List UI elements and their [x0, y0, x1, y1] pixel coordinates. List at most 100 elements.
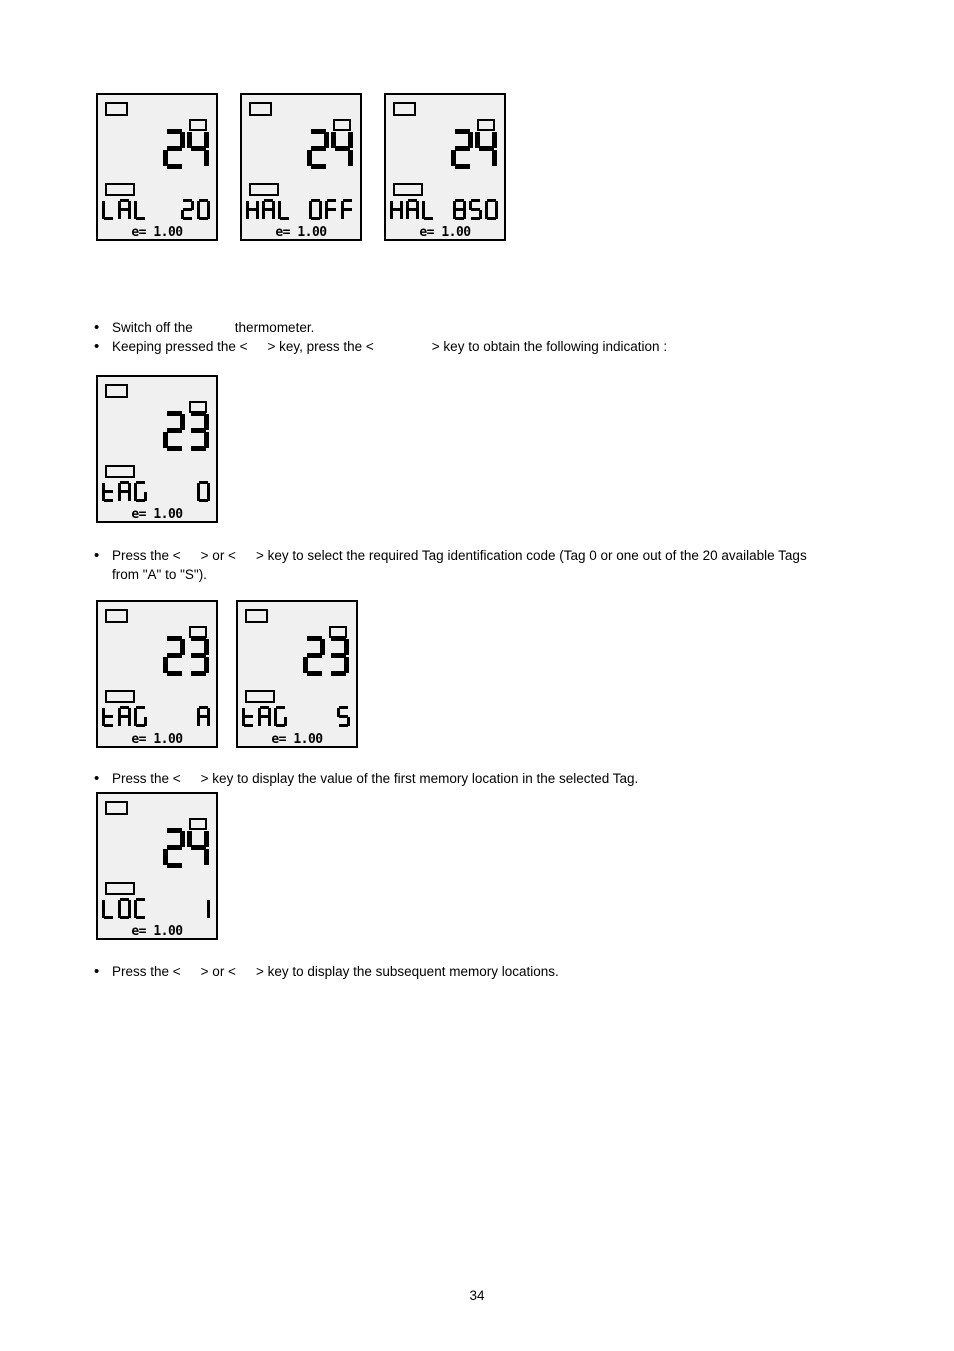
seven-segment-char: [118, 706, 131, 727]
lcd-text-right: [197, 898, 212, 919]
lcd-indicator-mid-left: [105, 183, 135, 196]
seven-segment-char: [422, 199, 435, 220]
seven-segment-char: [197, 706, 210, 727]
lcd-indicator-mid-left: [245, 690, 275, 703]
lcd-main-value: [307, 129, 353, 169]
lcd-display-tag-0: e= 1.00: [96, 375, 218, 523]
lcd-display-hal-850: e= 1.00: [384, 93, 506, 241]
lcd-indicator-mid-left: [105, 465, 135, 478]
instruction-line: • Press the < > or < > key to display the s…: [85, 962, 885, 981]
seven-segment-char: [197, 481, 210, 502]
instruction-text-part3: > key to select the required Tag identif…: [255, 548, 807, 563]
lcd-text-row: [242, 706, 352, 727]
instruction-text-part1: Switch off the: [112, 320, 193, 335]
seven-segment-char: [187, 411, 209, 451]
seven-segment-char: [475, 129, 497, 169]
lcd-indicator-top-left: [105, 102, 128, 116]
seven-segment-char: [163, 636, 185, 676]
instruction-line: from "A" to "S").: [85, 565, 885, 584]
lcd-emissivity: e= 1.00: [131, 732, 183, 747]
lcd-main-value: [163, 636, 209, 676]
lcd-indicator-mid-left: [105, 690, 135, 703]
seven-segment-char: [118, 898, 131, 919]
instruction-text-part1: Press the <: [112, 771, 181, 786]
lcd-text-right: [197, 706, 212, 727]
seven-segment-char: [258, 706, 271, 727]
instruction-text-part1: Keeping pressed the <: [112, 339, 248, 354]
lcd-indicator-mid-left: [105, 882, 135, 895]
seven-segment-char: [390, 199, 403, 220]
lcd-display-tag-a: e= 1.00: [96, 600, 218, 748]
seven-segment-char: [102, 199, 115, 220]
seven-segment-char: [102, 481, 115, 502]
lcd-main-value: [163, 129, 209, 169]
seven-segment-char: [307, 129, 329, 169]
lcd-text-left: [102, 706, 149, 727]
lcd-text-left: [246, 199, 293, 220]
instruction-line: • Press the < > key to display the value o…: [85, 769, 885, 788]
instruction-block-3: • Press the < > key to display the value o…: [85, 769, 885, 788]
seven-segment-char: [337, 706, 350, 727]
seven-segment-char: [118, 199, 131, 220]
lcd-display-loc-1: e= 1.00: [96, 792, 218, 940]
seven-segment-char: [341, 199, 354, 220]
lcd-text-row: [102, 199, 212, 220]
seven-segment-char: [274, 706, 287, 727]
lcd-text-left: [102, 898, 149, 919]
lcd-indicator-top-left: [105, 609, 128, 623]
lcd-display-lal-20: e= 1.00: [96, 93, 218, 241]
seven-segment-char: [262, 199, 275, 220]
instruction-text-part3: > key to obtain the following indication…: [431, 339, 668, 354]
lcd-text-left: [242, 706, 289, 727]
seven-segment-char: [163, 129, 185, 169]
lcd-text-row: [390, 199, 500, 220]
lcd-emissivity: e= 1.00: [419, 225, 471, 240]
seven-segment-char: [327, 636, 349, 676]
lcd-text-right: [309, 199, 356, 220]
instruction-text-part2: > or <: [200, 548, 236, 563]
instruction-text-part1: Press the <: [112, 548, 181, 563]
lcd-emissivity: e= 1.00: [271, 732, 323, 747]
seven-segment-char: [118, 481, 131, 502]
lcd-main-value: [451, 129, 497, 169]
lcd-main-value: [303, 636, 349, 676]
instruction-text-part3: > key to display the subsequent memory l…: [255, 964, 559, 979]
bullet-marker: •: [94, 963, 100, 980]
seven-segment-char: [451, 129, 473, 169]
lcd-emissivity: e= 1.00: [131, 225, 183, 240]
lcd-text-left: [390, 199, 437, 220]
lcd-text-row: [102, 706, 212, 727]
instruction-text-part2: > key to display the value of the first …: [200, 771, 639, 786]
seven-segment-char: [134, 898, 147, 919]
page-number: 34: [469, 1288, 485, 1303]
seven-segment-char: [246, 199, 259, 220]
seven-segment-char: [303, 636, 325, 676]
lcd-emissivity: e= 1.00: [131, 507, 183, 522]
seven-segment-char: [197, 898, 210, 919]
instruction-text-part1: from "A" to "S").: [112, 567, 207, 582]
document-page: e= 1.00 e= 1.00 e= 1.00 • Switch off the…: [0, 0, 954, 1351]
instruction-block-1: • Switch off the thermometer. • Keeping pre…: [85, 318, 875, 356]
lcd-main-value: [163, 411, 209, 451]
lcd-display-hal-off: e= 1.00: [240, 93, 362, 241]
lcd-indicator-top-left: [249, 102, 272, 116]
seven-segment-char: [406, 199, 419, 220]
instruction-line: • Keeping pressed the < > key, press the <…: [85, 337, 875, 356]
lcd-emissivity: e= 1.00: [131, 924, 183, 939]
lcd-text-row: [102, 898, 212, 919]
seven-segment-char: [278, 199, 291, 220]
lcd-indicator-top-left: [105, 384, 128, 398]
seven-segment-char: [187, 129, 209, 169]
lcd-text-right: [197, 481, 212, 502]
lcd-text-right: [181, 199, 212, 220]
seven-segment-char: [453, 199, 466, 220]
instruction-line: • Switch off the thermometer.: [85, 318, 875, 337]
seven-segment-char: [134, 481, 147, 502]
seven-segment-char: [102, 898, 115, 919]
lcd-text-left: [102, 481, 149, 502]
seven-segment-char: [469, 199, 482, 220]
lcd-display-tag-s: e= 1.00: [236, 600, 358, 748]
seven-segment-char: [134, 199, 147, 220]
seven-segment-char: [163, 411, 185, 451]
seven-segment-char: [242, 706, 255, 727]
